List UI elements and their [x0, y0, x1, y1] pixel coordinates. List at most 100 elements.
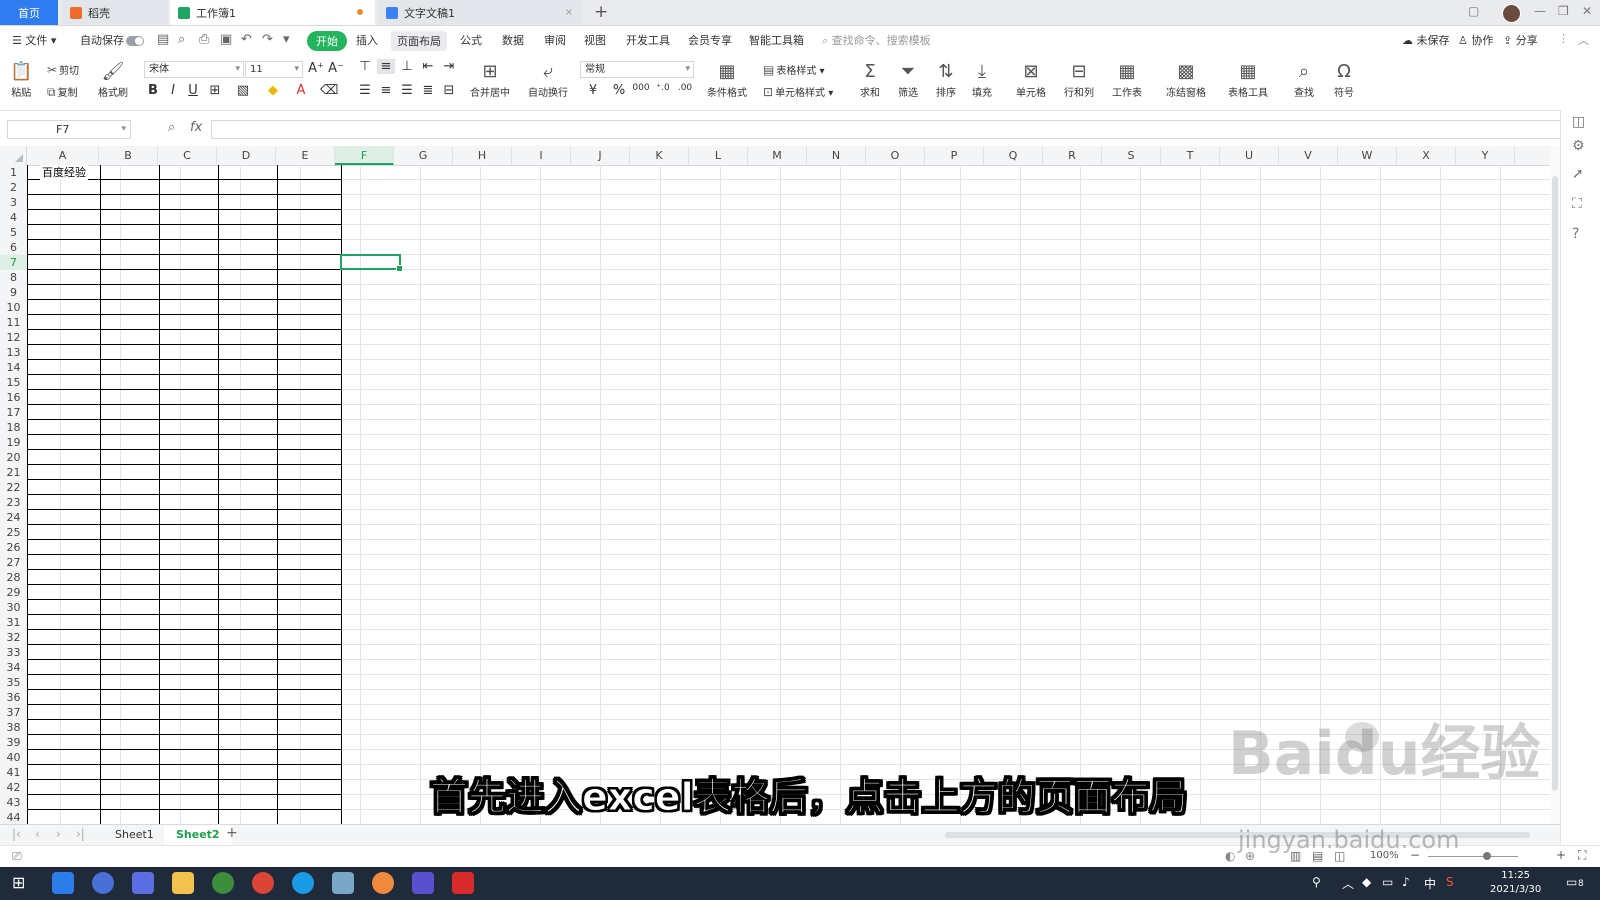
column-header-j[interactable]: J	[571, 146, 630, 165]
collab-button[interactable]: ♙ 协作	[1458, 32, 1493, 48]
row-header-28[interactable]: 28	[0, 570, 27, 585]
column-header-g[interactable]: G	[394, 146, 453, 165]
row-header-40[interactable]: 40	[0, 750, 27, 765]
fill-style-icon[interactable]: ▧	[234, 83, 252, 98]
border-icon[interactable]: ⊞	[206, 83, 224, 98]
align-top-icon[interactable]: ⊤	[356, 59, 374, 74]
formula-input[interactable]	[211, 120, 1561, 139]
column-header-t[interactable]: T	[1161, 146, 1220, 165]
merge-center-button[interactable]: ⊞ 合并居中	[470, 60, 510, 99]
symbol-button[interactable]: Ω 符号	[1334, 60, 1354, 99]
row-header-8[interactable]: 8	[0, 270, 27, 285]
notification-icon[interactable]: ▭	[1566, 875, 1577, 889]
menu-tab-page-layout[interactable]: 页面布局	[391, 31, 447, 51]
cursor-select-icon[interactable]: ➚	[1572, 166, 1584, 182]
row-header-36[interactable]: 36	[0, 690, 27, 705]
add-sheet-icon[interactable]: +	[226, 825, 238, 841]
unsaved-button[interactable]: ☁ 未保存	[1402, 32, 1450, 48]
window-layout-icon[interactable]: ▢	[1468, 4, 1479, 18]
font-size-select[interactable]: 11	[245, 61, 303, 78]
format-painter-icon[interactable]: ⌕	[178, 32, 185, 47]
file-menu[interactable]: ☰ 文件 ▾	[12, 32, 56, 48]
cell-style-button[interactable]: ⊡ 单元格样式 ▾	[763, 84, 833, 99]
row-header-22[interactable]: 22	[0, 480, 27, 495]
fill-color-icon[interactable]: ◆	[264, 83, 282, 98]
column-header-s[interactable]: S	[1102, 146, 1161, 165]
selected-cell-f7[interactable]	[340, 254, 403, 272]
row-header-43[interactable]: 43	[0, 795, 27, 810]
row-header-42[interactable]: 42	[0, 780, 27, 795]
row-header-27[interactable]: 27	[0, 555, 27, 570]
restore-icon[interactable]: ❐	[1558, 4, 1569, 18]
notepad-icon[interactable]	[332, 872, 354, 894]
zoom-in-icon[interactable]: +	[1556, 848, 1566, 862]
row-header-9[interactable]: 9	[0, 285, 27, 300]
zoom-formula-icon[interactable]: ⌕	[168, 120, 175, 135]
font-color-icon[interactable]: A	[292, 83, 310, 98]
table-style-button[interactable]: ▤ 表格样式 ▾	[763, 62, 825, 77]
eye-protection-icon[interactable]: ◐	[1225, 849, 1235, 863]
column-header-a[interactable]: A	[27, 146, 99, 165]
row-header-15[interactable]: 15	[0, 375, 27, 390]
wrap-text-button[interactable]: ⤶ 自动换行	[528, 60, 568, 99]
column-header-o[interactable]: O	[866, 146, 925, 165]
row-header-24[interactable]: 24	[0, 510, 27, 525]
justify-icon[interactable]: ≣	[419, 83, 437, 98]
row-header-13[interactable]: 13	[0, 345, 27, 360]
table-tools-button[interactable]: ▦ 表格工具	[1228, 60, 1268, 99]
align-middle-icon[interactable]: ≡	[377, 59, 395, 74]
row-header-44[interactable]: 44	[0, 810, 27, 824]
fx-icon[interactable]: fx	[190, 120, 202, 135]
row-header-10[interactable]: 10	[0, 300, 27, 315]
print-preview-icon[interactable]: ▣	[220, 32, 232, 47]
column-header-l[interactable]: L	[689, 146, 748, 165]
italic-icon[interactable]: I	[164, 83, 182, 98]
row-header-3[interactable]: 3	[0, 195, 27, 210]
ime-indicator[interactable]: 中	[1424, 875, 1436, 892]
row-header-14[interactable]: 14	[0, 360, 27, 375]
row-header-2[interactable]: 2	[0, 180, 27, 195]
indent-increase-icon[interactable]: ⇥	[440, 59, 458, 74]
media-player-icon[interactable]	[412, 872, 434, 894]
align-right-icon[interactable]: ☰	[398, 83, 416, 98]
row-header-18[interactable]: 18	[0, 420, 27, 435]
sheet-tab-sheet1[interactable]: Sheet1	[103, 825, 166, 845]
redo-icon[interactable]: ↷	[262, 32, 273, 47]
row-header-23[interactable]: 23	[0, 495, 27, 510]
edge-icon[interactable]	[292, 872, 314, 894]
autosave-toggle[interactable]	[126, 36, 144, 46]
row-header-1[interactable]: 1	[0, 165, 27, 180]
row-header-4[interactable]: 4	[0, 210, 27, 225]
bold-icon[interactable]: B	[144, 83, 162, 98]
save-icon[interactable]: ▤	[157, 32, 169, 47]
freeze-panes-button[interactable]: ▩ 冻结窗格	[1166, 60, 1206, 99]
person-tray-icon[interactable]: ⚲	[1312, 875, 1321, 889]
menu-tab-smart-tools[interactable]: 智能工具箱	[749, 32, 804, 48]
align-bottom-icon[interactable]: ⊥	[398, 59, 416, 74]
tab-home[interactable]: 首页	[0, 0, 58, 25]
row-header-34[interactable]: 34	[0, 660, 27, 675]
align-left-icon[interactable]: ☰	[356, 83, 374, 98]
name-box[interactable]: F7	[7, 120, 131, 139]
row-header-21[interactable]: 21	[0, 465, 27, 480]
row-header-20[interactable]: 20	[0, 450, 27, 465]
decrease-decimal-icon[interactable]: .00	[676, 83, 694, 93]
column-header-b[interactable]: B	[99, 146, 158, 165]
user-avatar[interactable]	[1502, 4, 1521, 23]
column-header-e[interactable]: E	[276, 146, 335, 165]
sheet-tab-sheet2[interactable]: Sheet2	[164, 825, 232, 847]
prev-sheet-icon[interactable]: ‹	[35, 827, 40, 841]
row-header-38[interactable]: 38	[0, 720, 27, 735]
row-header-25[interactable]: 25	[0, 525, 27, 540]
menu-tab-data[interactable]: 数据	[502, 32, 524, 48]
menu-tab-member[interactable]: 会员专享	[688, 32, 732, 48]
volume-icon[interactable]: ♪	[1402, 875, 1410, 889]
conditional-format-button[interactable]: ▦ 条件格式	[707, 60, 747, 99]
row-header-30[interactable]: 30	[0, 600, 27, 615]
next-sheet-icon[interactable]: ›	[56, 827, 61, 841]
vertical-scrollbar[interactable]	[1550, 146, 1560, 824]
tray-app-icon[interactable]: ◆	[1362, 875, 1371, 889]
menu-tab-formula[interactable]: 公式	[460, 32, 482, 48]
row-header-19[interactable]: 19	[0, 435, 27, 450]
file-explorer-icon[interactable]	[172, 872, 194, 894]
